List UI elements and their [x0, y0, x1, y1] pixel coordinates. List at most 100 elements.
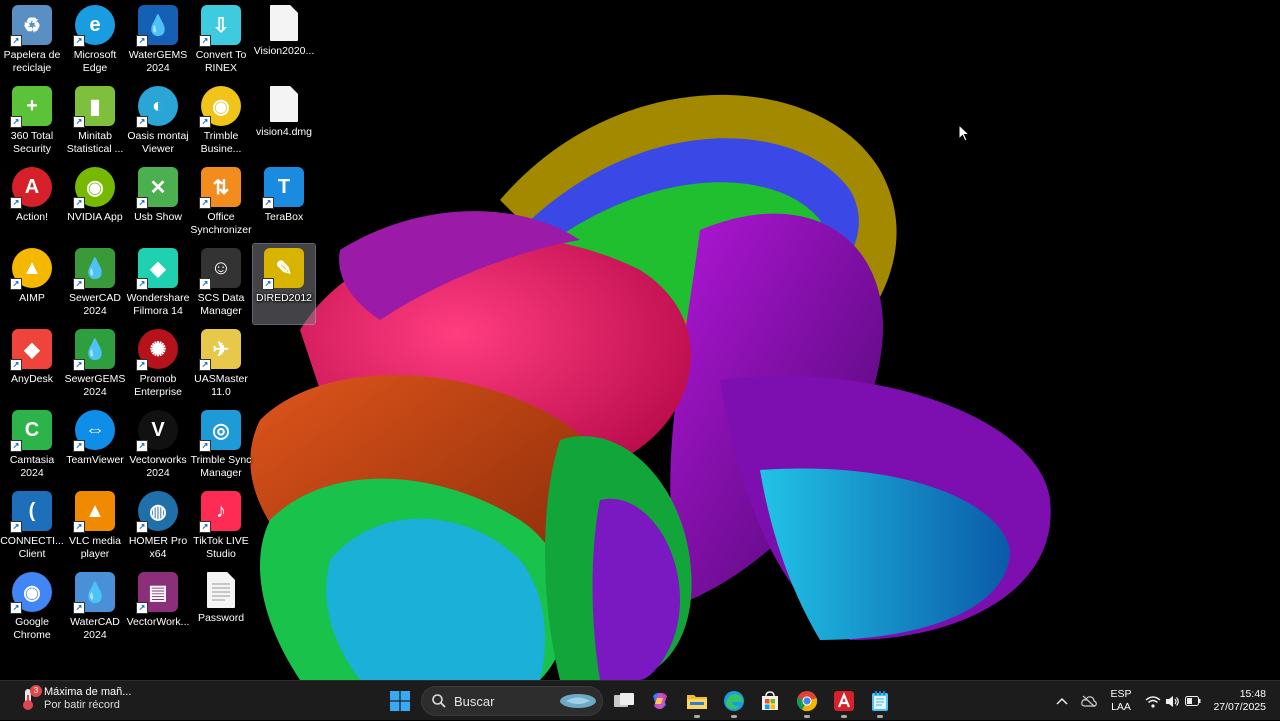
shortcut-arrow-icon: ↗ — [10, 359, 22, 371]
desktop-icon-dired2012[interactable]: ✎ ↗ DIRED2012 — [252, 243, 316, 325]
connect-icon: (↗ — [10, 491, 52, 533]
desktop-icon-vision4-dmg[interactable]: vision4.dmg — [253, 82, 315, 162]
desktop-icon-label: Vision2020... — [253, 45, 315, 57]
desktop-icon-nvidia-app[interactable]: ◉ ↗ NVIDIA App — [64, 163, 126, 243]
start-button[interactable] — [386, 687, 414, 715]
shortcut-arrow-icon: ↗ — [73, 278, 85, 290]
edge-taskbar-button[interactable] — [720, 687, 748, 718]
shortcut-arrow-icon: ↗ — [10, 521, 22, 533]
desktop-icon-vision2020[interactable]: Vision2020... — [253, 1, 315, 81]
desktop-icon-connecti-client[interactable]: (↗ CONNECTI... Client — [0, 487, 64, 567]
terabox-icon: T ↗ — [262, 167, 304, 209]
desktop-icon-homer-pro-x64[interactable]: ◍ ↗ HOMER Pro x64 — [127, 487, 189, 567]
weather-line2: Por batir récord — [44, 699, 120, 711]
desktop-icon-microsoft-edge[interactable]: e ↗ Microsoft Edge — [64, 1, 126, 81]
desktop-icon-360-total-security[interactable]: + ↗ 360 Total Security — [1, 82, 63, 162]
desktop-icon-convert-to-rinex[interactable]: ⇩ ↗ Convert To RINEX — [190, 1, 252, 81]
desktop-icon-label: VLC media player — [69, 535, 121, 560]
search-box[interactable]: Buscar — [421, 686, 603, 716]
desktop-icon-anydesk[interactable]: ◆ ↗ AnyDesk — [1, 325, 63, 405]
chrome-taskbar-button[interactable] — [793, 687, 821, 718]
desktop-icon-trimble-sync-manager[interactable]: ◎ ↗ Trimble Sync Manager — [190, 406, 252, 486]
desktop-icon-watergems-2024[interactable]: 💧 ↗ WaterGEMS 2024 — [127, 1, 189, 81]
desktop-icon-sewergems-2024[interactable]: 💧 ↗ SewerGEMS 2024 — [64, 325, 126, 405]
desktop-icon-label: Microsoft Edge — [73, 49, 117, 74]
desktop-icon-vlc-media-player[interactable]: ▲ ↗ VLC media player — [64, 487, 126, 567]
desktop-icon-label: Oasis montaj Viewer — [127, 130, 189, 155]
desktop-icon-google-chrome[interactable]: ◉ ↗ Google Chrome — [1, 568, 63, 648]
promob-icon: ✺ ↗ — [136, 329, 178, 371]
running-indicator — [877, 715, 883, 718]
recycle-bin-icon: ♻ ↗ — [10, 5, 52, 47]
desktop-icon-label: Trimble Sync Manager — [190, 454, 252, 479]
desktop-icon-label: Minitab Statistical ... — [66, 130, 124, 155]
shortcut-arrow-icon: ↗ — [73, 602, 85, 614]
desktop-icon-uasmaster-11-0[interactable]: ✈ ↗ UASMaster 11.0 — [190, 325, 252, 405]
desktop-icon-label: TeraBox — [264, 211, 304, 223]
notepad-taskbar-button[interactable] — [866, 687, 894, 718]
desktop-icon-office-synchronizer[interactable]: ⇅ ↗ Office Synchronizer — [190, 163, 252, 243]
clock-date: 27/07/2025 — [1213, 701, 1266, 713]
edge-icon: e ↗ — [73, 5, 115, 47]
desktop-icon-action[interactable]: A ↗ Action! — [1, 163, 63, 243]
desktop-icon-aimp[interactable]: ▲ ↗ AIMP — [1, 244, 63, 324]
cloud-offline-button[interactable] — [1078, 681, 1100, 721]
desktop-icon-papelera-de-reciclaje[interactable]: ♻ ↗ Papelera de reciclaje — [1, 1, 63, 81]
file-explorer-button[interactable] — [683, 687, 711, 718]
desktop-icon-sewercad-2024[interactable]: 💧 ↗ SewerCAD 2024 — [64, 244, 126, 324]
weather-badge: 3 — [30, 685, 42, 697]
store-button[interactable] — [756, 687, 784, 715]
running-indicator — [694, 715, 700, 718]
running-indicator — [804, 715, 810, 718]
chrome-icon — [796, 691, 818, 712]
weather-widget[interactable]: 3 Máxima de mañ... Por batir récord — [18, 685, 132, 712]
desktop-icon-password[interactable]: Password — [190, 568, 252, 648]
desktop-icon-promob-enterprise[interactable]: ✺ ↗ Promob Enterprise — [127, 325, 189, 405]
task-view-button[interactable] — [610, 687, 638, 715]
show-hidden-icons-button[interactable] — [1052, 681, 1072, 721]
desktop-icon-tiktok-live-studio[interactable]: ♪ ↗ TikTok LIVE Studio — [190, 487, 252, 567]
desktop-icon-label: SCS Data Manager — [197, 292, 245, 317]
desktop-icon-label: TikTok LIVE Studio — [193, 535, 249, 560]
copilot-button[interactable] — [646, 687, 674, 715]
desktop-icon-terabox[interactable]: T ↗ TeraBox — [253, 163, 315, 243]
plus-shield-icon: + ↗ — [10, 86, 52, 128]
cloud-offline-icon — [1081, 695, 1097, 707]
shortcut-arrow-icon: ↗ — [10, 278, 22, 290]
desktop-icon-label: SewerGEMS 2024 — [64, 373, 126, 398]
desktop-icon-watercad-2024[interactable]: 💧 ↗ WaterCAD 2024 — [64, 568, 126, 648]
language-indicator[interactable]: ESP LAA — [1106, 681, 1136, 721]
copilot-icon — [653, 692, 667, 710]
chevron-up-icon — [1056, 697, 1068, 705]
keyboard-layout: LAA — [1111, 701, 1131, 713]
desktop-icon-wondershare-filmora-14[interactable]: ◆ ↗ Wondershare Filmora 14 — [127, 244, 189, 324]
weather-line1: Máxima de mañ... — [44, 686, 132, 698]
action-icon — [834, 691, 854, 711]
dired-icon: ✎ ↗ — [262, 248, 304, 290]
desktop-icon-scs-data-manager[interactable]: ☺ ↗ SCS Data Manager — [190, 244, 252, 324]
shortcut-arrow-icon: ↗ — [136, 440, 148, 452]
desktop-icon-camtasia-2024[interactable]: C ↗ Camtasia 2024 — [1, 406, 63, 486]
desktop-icon-label: CONNECTI... Client — [0, 535, 64, 560]
desktop-icon-label: Promob Enterprise — [134, 373, 182, 398]
desktop-icon-vectorwork[interactable]: ▤ ↗ VectorWork... — [127, 568, 189, 648]
taskbar: 3 Máxima de mañ... Por batir récord Busc… — [0, 680, 1280, 720]
anydesk-icon: ◆ ↗ — [10, 329, 52, 371]
desktop-icon-label: Vectorworks 2024 — [129, 454, 187, 479]
shortcut-arrow-icon: ↗ — [199, 359, 211, 371]
desktop-icons: ♻ ↗ Papelera de reciclaje e ↗ Microsoft Edge 💧… — [0, 0, 1280, 680]
desktop-icon-teamviewer[interactable]: ⇔ ↗ TeamViewer — [64, 406, 126, 486]
running-indicator — [841, 715, 847, 718]
wrench-icon: ✕ ↗ — [136, 167, 178, 209]
desktop-icon-label: WaterCAD 2024 — [70, 616, 120, 641]
action-taskbar-button[interactable] — [830, 687, 858, 718]
desktop-icon-vectorworks-2024[interactable]: V ↗ Vectorworks 2024 — [127, 406, 189, 486]
desktop-icon-minitab-statistical[interactable]: ▮ ↗ Minitab Statistical ... — [64, 82, 126, 162]
desktop-icon-trimble-busine[interactable]: ◉ ↗ Trimble Busine... — [190, 82, 252, 162]
clock[interactable]: 15:48 27/07/2025 — [1206, 681, 1266, 721]
desktop-icon-oasis-montaj-viewer[interactable]: ◐ ↗ Oasis montaj Viewer — [127, 82, 189, 162]
desktop-icon-usb-show[interactable]: ✕ ↗ Usb Show — [127, 163, 189, 243]
task-view-icon — [614, 693, 634, 707]
quick-settings-button[interactable] — [1142, 681, 1204, 721]
vectorworks-icon: V ↗ — [136, 410, 178, 452]
